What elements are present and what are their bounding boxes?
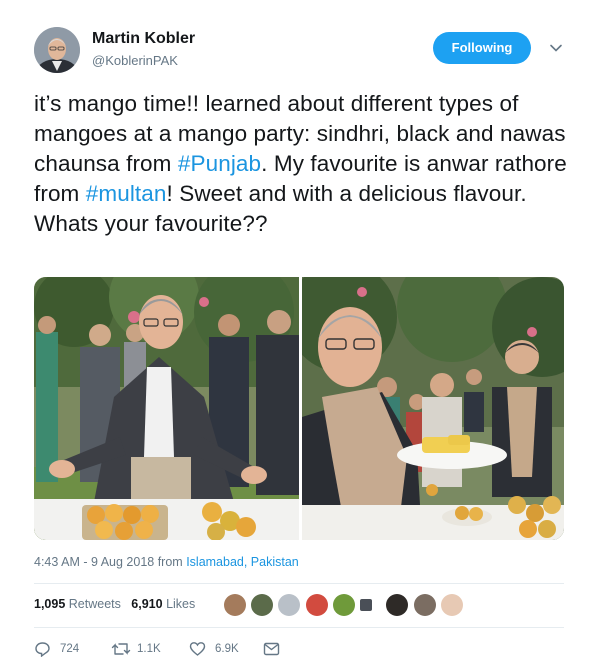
liker-avatar[interactable]: [278, 594, 300, 616]
liker-avatar[interactable]: [306, 594, 328, 616]
retweet-icon: [111, 643, 131, 655]
divider: [34, 583, 564, 584]
likes-stat[interactable]: 6,910 Likes: [131, 597, 195, 611]
divider: [34, 627, 564, 628]
reply-count: 724: [60, 643, 80, 655]
timestamp-time[interactable]: 4:43 AM - 9 Aug 2018 from: [34, 555, 186, 569]
envelope-icon: [263, 642, 280, 656]
location-link[interactable]: Islamabad, Pakistan: [186, 555, 299, 569]
liker-avatar[interactable]: [333, 594, 355, 616]
likes-count: 6,910: [131, 597, 163, 611]
reply-icon: [35, 642, 50, 657]
tweet-text: it’s mango time!! learned about differen…: [34, 89, 574, 239]
retweets-stat[interactable]: 1,095 Retweets: [34, 597, 121, 611]
hashtag-link-punjab[interactable]: #Punjab: [178, 151, 261, 176]
liker-avatar[interactable]: [224, 594, 246, 616]
hashtag-link-multan[interactable]: #multan: [86, 181, 167, 206]
tweet-card: Martin Kobler @KoblerinPAK Following it’…: [0, 0, 600, 665]
likes-label: Likes: [166, 597, 196, 611]
user-display-name[interactable]: Martin Kobler: [92, 30, 195, 48]
engagement-stats: 1,095 Retweets 6,910 Likes: [34, 597, 195, 611]
liker-avatar[interactable]: [386, 594, 408, 616]
liker-avatar[interactable]: [441, 594, 463, 616]
liker-avatar[interactable]: [360, 599, 372, 611]
liker-avatar[interactable]: [251, 594, 273, 616]
chevron-down-icon[interactable]: [549, 41, 563, 55]
retweets-label: Retweets: [68, 597, 121, 611]
tweet-photo-1[interactable]: [34, 277, 299, 540]
like-count: 6.9K: [215, 643, 239, 655]
retweet-count: 1.1K: [137, 643, 161, 655]
tweet-actions: 724 1.1K 6.9K: [34, 640, 334, 658]
user-avatar[interactable]: [34, 27, 80, 73]
user-handle[interactable]: @KoblerinPAK: [92, 53, 178, 68]
liker-avatar[interactable]: [414, 594, 436, 616]
heart-icon: [189, 642, 206, 656]
tweet-photo-2[interactable]: [302, 277, 564, 540]
following-button[interactable]: Following: [433, 32, 531, 64]
retweets-count: 1,095: [34, 597, 66, 611]
tweet-timestamp: 4:43 AM - 9 Aug 2018 from Islamabad, Pak…: [34, 555, 299, 569]
